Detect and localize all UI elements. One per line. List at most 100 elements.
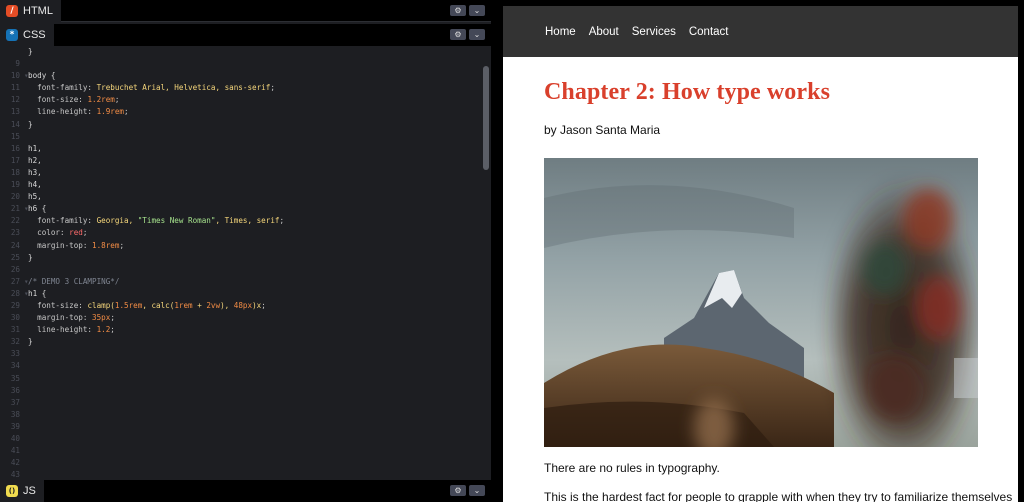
fold-toggle-icon[interactable] [24,457,28,469]
code-token: , Times, serif [215,216,280,226]
js-panel-header[interactable]: () JS ⚙ ⌄ [0,480,491,502]
body-paragraph-1: There are no rules in typography. [544,461,720,475]
code-token: font-size: [28,95,88,105]
code-line[interactable]: 19 h4, [0,179,491,191]
line-number: 21 [10,204,20,214]
code-line[interactable]: 13 line-height: 1.9rem; [0,106,491,118]
line-number: 23 [10,228,20,238]
fold-toggle-icon[interactable] [24,131,28,143]
code-line[interactable]: 29 font-size: clamp(1.5rem, calc(1rem + … [0,300,491,312]
tab-css-label: CSS [23,29,46,41]
code-token: ; [261,300,266,310]
nav-link-home[interactable]: Home [545,26,576,38]
code-line[interactable]: 26 [0,264,491,276]
line-number: 22 [10,216,20,226]
fold-toggle-icon[interactable] [24,445,28,457]
code-token: 1.2 [96,325,111,335]
fold-toggle-icon[interactable] [24,433,28,445]
code-token: line-height: [28,107,97,117]
chapter-title: Chapter 2: How type works [544,79,831,105]
code-line[interactable]: 20 h5, [0,191,491,203]
code-line[interactable]: 28 ▾ h1 { [0,288,491,300]
html-collapse-chevron-down-icon[interactable]: ⌄ [469,5,485,16]
code-token: 2vw [206,300,221,310]
code-line[interactable]: 11 font-family: Trebuchet Arial, Helveti… [0,82,491,94]
code-line[interactable]: 39 [0,421,491,433]
code-line[interactable]: 30 margin-top: 35px; [0,312,491,324]
line-number: 42 [10,458,20,468]
code-line[interactable]: 41 [0,445,491,457]
line-number: 26 [10,264,20,274]
code-line[interactable]: 36 [0,385,491,397]
nav-link-about[interactable]: About [589,26,619,38]
js-icon: () [6,485,18,497]
code-line[interactable]: 31 line-height: 1.2; [0,324,491,336]
code-line[interactable]: 9 [0,58,491,70]
fold-toggle-icon[interactable] [24,397,28,409]
code-line[interactable]: 18 h3, [0,167,491,179]
html-settings-gear-icon[interactable]: ⚙ [450,5,466,16]
code-line[interactable]: 35 [0,373,491,385]
code-line[interactable]: 22 font-family: Georgia, "Times New Roma… [0,215,491,227]
js-collapse-chevron-down-icon[interactable]: ⌄ [469,485,485,496]
fold-toggle-icon[interactable] [24,373,28,385]
code-token: ), [220,300,234,310]
tab-js[interactable]: () JS [0,480,44,502]
code-line[interactable]: 27 ▾/* DEMO 3 CLAMPING*/ [0,276,491,288]
code-line[interactable]: 40 [0,433,491,445]
line-number: 38 [10,409,20,419]
code-line[interactable]: 37 [0,397,491,409]
code-line[interactable]: 24 margin-top: 1.8rem; [0,240,491,252]
code-text: h1, [28,143,42,155]
fold-toggle-icon[interactable] [24,385,28,397]
code-line[interactable]: 32} [0,336,491,348]
code-line[interactable]: 14} [0,119,491,131]
code-line[interactable]: 33 [0,348,491,360]
code-text: } [28,46,33,58]
fold-toggle-icon[interactable] [24,469,28,478]
tab-html-label: HTML [23,5,53,17]
code-token: 48px [233,300,253,310]
fold-toggle-icon[interactable] [24,348,28,360]
code-line[interactable]: 10 ▾ body { [0,70,491,82]
code-line[interactable]: 17 h2, [0,155,491,167]
js-settings-gear-icon[interactable]: ⚙ [450,485,466,496]
css-code-area[interactable]: } 9 10 ▾ body {11 font-family: Trebuchet Ari… [0,46,491,478]
code-token: h3, [28,167,42,177]
fold-toggle-icon[interactable] [24,360,28,372]
code-line[interactable]: 38 [0,409,491,421]
code-line[interactable]: 42 [0,457,491,469]
nav-link-services[interactable]: Services [632,26,676,38]
body-paragraph-2: This is the hardest fact for people to g… [544,490,1013,502]
code-token: ; [124,107,129,117]
code-text: font-size: 1.2rem; [28,94,119,106]
tab-html[interactable]: / HTML [0,0,61,22]
code-line[interactable]: 23 color: red; [0,227,491,239]
code-token: "Times New Roman" [137,216,216,226]
code-scrollbar[interactable] [483,66,489,170]
css-collapse-chevron-down-icon[interactable]: ⌄ [469,29,485,40]
code-text: /* DEMO 3 CLAMPING*/ [28,276,119,288]
line-number: 36 [10,385,20,395]
fold-toggle-icon[interactable] [24,58,28,70]
code-line[interactable]: 43 [0,469,491,478]
code-line[interactable]: 15 [0,131,491,143]
css-settings-gear-icon[interactable]: ⚙ [450,29,466,40]
code-line[interactable]: 16 h1, [0,143,491,155]
css-panel-header[interactable]: * CSS ⚙ ⌄ [0,24,491,46]
line-number: 32 [10,337,20,347]
fold-toggle-icon[interactable] [24,421,28,433]
nav-link-contact[interactable]: Contact [689,26,729,38]
code-line[interactable]: 34 [0,360,491,372]
fold-toggle-icon[interactable] [24,409,28,421]
code-text: color: red; [28,227,87,239]
code-line[interactable]: 12 font-size: 1.2rem; [0,94,491,106]
html-panel-header[interactable]: / HTML ⚙ ⌄ [0,0,491,22]
code-line[interactable]: 21 ▾ h6 { [0,203,491,215]
tab-css[interactable]: * CSS [0,24,54,46]
code-line[interactable]: } [0,46,491,58]
code-token: ; [110,313,115,323]
line-number: 11 [10,83,20,93]
code-line[interactable]: 25} [0,252,491,264]
fold-toggle-icon[interactable] [24,264,28,276]
